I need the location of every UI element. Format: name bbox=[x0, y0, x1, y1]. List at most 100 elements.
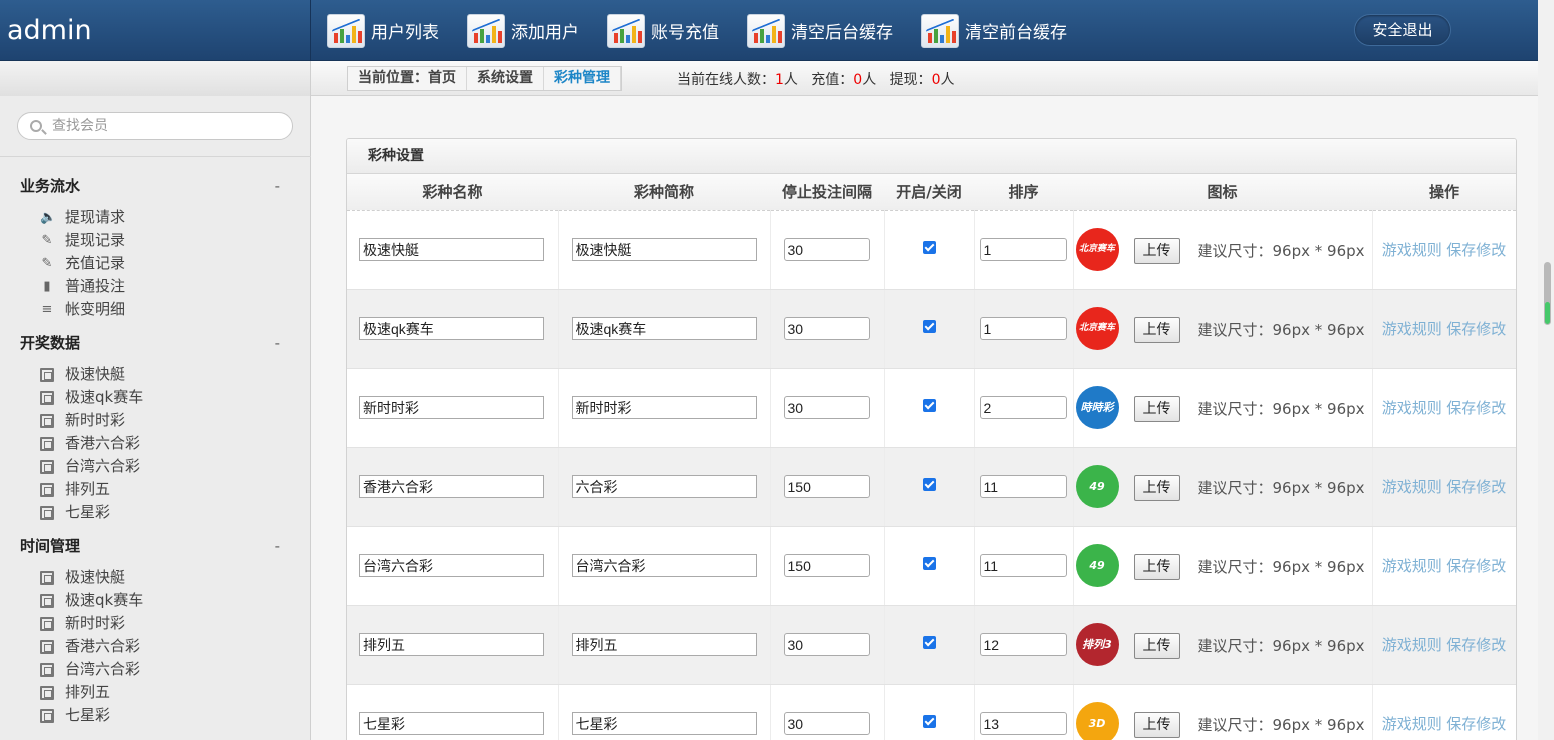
nav-item-1[interactable]: 添加用户 bbox=[467, 13, 579, 48]
collapse-icon[interactable]: - bbox=[275, 535, 280, 557]
save-changes-link[interactable]: 保存修改 bbox=[1446, 715, 1506, 733]
enable-checkbox[interactable] bbox=[922, 636, 936, 649]
sidebar-item[interactable]: ≡ 帐变明细 bbox=[40, 298, 280, 321]
upload-button[interactable]: 上传 bbox=[1133, 632, 1180, 659]
sort-order-input[interactable] bbox=[979, 554, 1067, 577]
sidebar-item[interactable]: 🔈 提现请求 bbox=[40, 206, 280, 229]
sidebar-group-1: 开奖数据 - 极速快艇 极速qk赛车 新时时彩 香港六合彩 台湾六合彩 排列五 七星彩 bbox=[20, 332, 280, 524]
breadcrumb-system-settings[interactable]: 系统设置 bbox=[467, 67, 544, 90]
lottery-name-input[interactable] bbox=[359, 554, 544, 577]
sidebar-item[interactable]: 排列五 bbox=[40, 681, 280, 704]
lottery-name-input[interactable] bbox=[359, 317, 544, 340]
enable-checkbox[interactable] bbox=[922, 320, 936, 333]
sidebar-item[interactable]: 七星彩 bbox=[40, 501, 280, 524]
column-header: 彩种简称 bbox=[558, 174, 770, 211]
upload-button[interactable]: 上传 bbox=[1133, 711, 1180, 738]
upload-button[interactable]: 上传 bbox=[1133, 474, 1180, 501]
sort-order-input[interactable] bbox=[979, 633, 1067, 656]
lottery-short-name-input[interactable] bbox=[571, 712, 757, 735]
save-changes-link[interactable]: 保存修改 bbox=[1446, 320, 1506, 338]
lottery-short-name-input[interactable] bbox=[571, 633, 757, 656]
sidebar-item[interactable]: 排列五 bbox=[40, 478, 280, 501]
game-rules-link[interactable]: 游戏规则 bbox=[1382, 320, 1442, 338]
upload-button[interactable]: 上传 bbox=[1133, 237, 1180, 264]
lottery-name-input[interactable] bbox=[359, 712, 544, 735]
column-header: 操作 bbox=[1372, 174, 1516, 211]
sidebar-item[interactable]: 香港六合彩 bbox=[40, 635, 280, 658]
column-header: 排序 bbox=[974, 174, 1073, 211]
stop-interval-input[interactable] bbox=[783, 712, 870, 735]
game-rules-link[interactable]: 游戏规则 bbox=[1382, 557, 1442, 575]
search-input[interactable]: 查找会员 bbox=[17, 112, 293, 140]
stop-interval-input[interactable] bbox=[783, 554, 870, 577]
lottery-name-input[interactable] bbox=[359, 396, 544, 419]
sidebar-item[interactable]: 新时时彩 bbox=[40, 612, 280, 635]
logout-button[interactable]: 安全退出 bbox=[1354, 14, 1451, 46]
sidebar-item[interactable]: 七星彩 bbox=[40, 704, 280, 727]
sort-order-input[interactable] bbox=[979, 238, 1067, 261]
sidebar-item[interactable]: 极速快艇 bbox=[40, 363, 280, 386]
lottery-name-input[interactable] bbox=[359, 238, 544, 261]
stop-interval-input[interactable] bbox=[783, 633, 870, 656]
sidebar-item[interactable]: 极速qk赛车 bbox=[40, 589, 280, 612]
save-changes-link[interactable]: 保存修改 bbox=[1446, 636, 1506, 654]
upload-button[interactable]: 上传 bbox=[1133, 316, 1180, 343]
breadcrumb-home[interactable]: 当前位置：首页 bbox=[348, 67, 467, 90]
sort-order-input[interactable] bbox=[979, 396, 1067, 419]
sidebar-item[interactable]: ▮ 普通投注 bbox=[40, 275, 280, 298]
stop-interval-input[interactable] bbox=[783, 396, 870, 419]
sidebar-item[interactable]: 台湾六合彩 bbox=[40, 658, 280, 681]
sidebar-group-2: 时间管理 - 极速快艇 极速qk赛车 新时时彩 香港六合彩 台湾六合彩 排列五 七星彩 bbox=[20, 535, 280, 727]
collapse-icon[interactable]: - bbox=[275, 332, 280, 354]
game-rules-link[interactable]: 游戏规则 bbox=[1382, 478, 1442, 496]
sidebar-item[interactable]: ✎ 提现记录 bbox=[40, 229, 280, 252]
lottery-name-input[interactable] bbox=[359, 475, 544, 498]
sidebar-group-header[interactable]: 开奖数据 - bbox=[20, 332, 280, 354]
sidebar-item[interactable]: 新时时彩 bbox=[40, 409, 280, 432]
sidebar-item[interactable]: 极速qk赛车 bbox=[40, 386, 280, 409]
lottery-short-name-input[interactable] bbox=[571, 554, 757, 577]
game-rules-link[interactable]: 游戏规则 bbox=[1382, 241, 1442, 259]
sidebar-group-header[interactable]: 时间管理 - bbox=[20, 535, 280, 557]
sidebar-item[interactable]: ✎ 充值记录 bbox=[40, 252, 280, 275]
nav-item-4[interactable]: 清空前台缓存 bbox=[921, 13, 1067, 48]
stop-interval-input[interactable] bbox=[783, 317, 870, 340]
sort-order-input[interactable] bbox=[979, 317, 1067, 340]
save-changes-link[interactable]: 保存修改 bbox=[1446, 399, 1506, 417]
nav-item-2[interactable]: 账号充值 bbox=[607, 13, 719, 48]
sidebar-item[interactable]: 极速快艇 bbox=[40, 566, 280, 589]
collapse-icon[interactable]: - bbox=[275, 175, 280, 197]
lottery-name-input[interactable] bbox=[359, 633, 544, 656]
enable-checkbox[interactable] bbox=[922, 715, 936, 728]
sidebar-item[interactable]: 香港六合彩 bbox=[40, 432, 280, 455]
game-rules-link[interactable]: 游戏规则 bbox=[1382, 636, 1442, 654]
enable-checkbox[interactable] bbox=[922, 241, 936, 254]
sidebar-group-title: 开奖数据 bbox=[20, 334, 81, 352]
sidebar-item[interactable]: 台湾六合彩 bbox=[40, 455, 280, 478]
save-changes-link[interactable]: 保存修改 bbox=[1446, 557, 1506, 575]
nav-item-0[interactable]: 用户列表 bbox=[327, 13, 439, 48]
sort-order-input[interactable] bbox=[979, 712, 1067, 735]
stop-interval-input[interactable] bbox=[783, 238, 870, 261]
upload-button[interactable]: 上传 bbox=[1133, 395, 1180, 422]
enable-checkbox[interactable] bbox=[922, 478, 936, 491]
lottery-short-name-input[interactable] bbox=[571, 475, 757, 498]
enable-checkbox[interactable] bbox=[922, 557, 936, 570]
stop-interval-input[interactable] bbox=[783, 475, 870, 498]
upload-button[interactable]: 上传 bbox=[1133, 553, 1180, 580]
lottery-short-name-input[interactable] bbox=[571, 317, 757, 340]
lottery-short-name-input[interactable] bbox=[571, 238, 757, 261]
page-scrollbar[interactable] bbox=[1538, 0, 1554, 740]
lottery-logo-icon: 北京赛车 bbox=[1075, 227, 1119, 271]
nav-item-3[interactable]: 清空后台缓存 bbox=[747, 13, 893, 48]
enable-checkbox[interactable] bbox=[922, 399, 936, 412]
save-changes-link[interactable]: 保存修改 bbox=[1446, 478, 1506, 496]
lottery-short-name-input[interactable] bbox=[571, 396, 757, 419]
sidebar-group-header[interactable]: 业务流水 - bbox=[20, 175, 280, 197]
save-changes-link[interactable]: 保存修改 bbox=[1446, 241, 1506, 259]
sort-order-input[interactable] bbox=[979, 475, 1067, 498]
lottery-logo-icon: 排列3 bbox=[1075, 622, 1119, 666]
game-rules-link[interactable]: 游戏规则 bbox=[1382, 715, 1442, 733]
game-rules-link[interactable]: 游戏规则 bbox=[1382, 399, 1442, 417]
chart-icon bbox=[327, 13, 365, 48]
